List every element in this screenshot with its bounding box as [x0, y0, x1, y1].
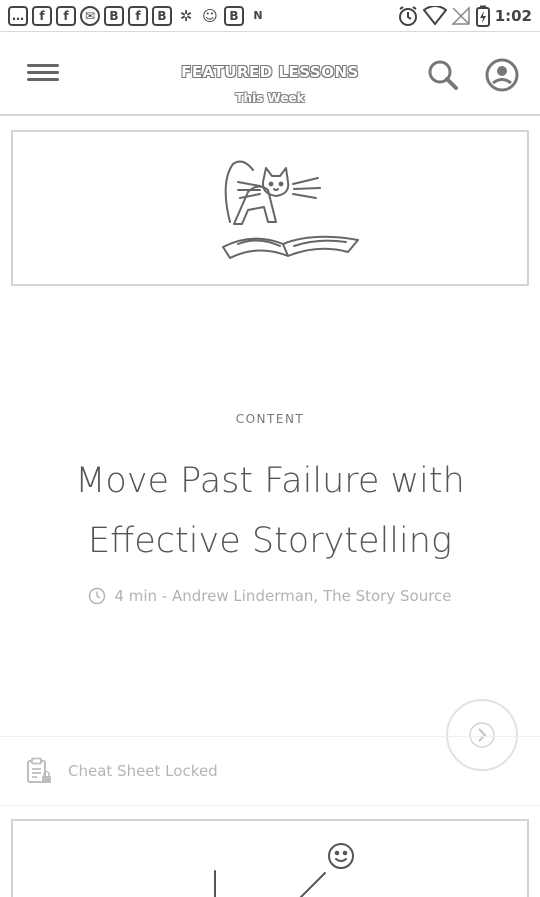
cheat-sheet-row[interactable]: Cheat Sheet Locked [0, 736, 540, 806]
alarm-icon [398, 5, 417, 26]
growth-chart-illustration [214, 843, 354, 897]
n-icon: N [253, 9, 263, 22]
cat-icon: ☺ [202, 6, 218, 25]
system-icons: 1:02 [397, 5, 532, 27]
lesson-title[interactable]: Move Past Failure with Effective Storyte… [30, 451, 510, 571]
profile-icon [485, 58, 519, 92]
lesson-meta: 4 min - Andrew Linderman, The Story Sour… [0, 587, 540, 605]
search-button[interactable] [424, 56, 462, 94]
locked-clipboard-icon [27, 757, 51, 783]
cheat-sheet-label: Cheat Sheet Locked [68, 762, 218, 780]
email-icon: ✉ [80, 5, 100, 26]
lesson-image[interactable] [11, 130, 529, 286]
bookmark-b-icon: B [224, 5, 244, 26]
message-icon: … [8, 5, 28, 26]
facebook-icon: f [56, 5, 76, 26]
settings-icon: ✲ [179, 6, 193, 25]
app-bar: FEATURED LESSONS This Week [0, 32, 540, 116]
bookmark-b-icon: B [152, 5, 172, 26]
no-signal-icon [450, 5, 470, 25]
lesson-meta-text: 4 min - Andrew Linderman, The Story Sour… [114, 587, 452, 605]
clock-icon [89, 587, 106, 605]
status-time: 1:02 [494, 6, 532, 25]
facebook-icon: f [128, 5, 148, 26]
cat-on-book-illustration [222, 160, 359, 259]
battery-icon [475, 5, 490, 27]
status-bar: … f f ✉ B f B ✲ ☺ B N 1:02 [0, 0, 540, 32]
profile-button[interactable] [483, 56, 521, 94]
search-icon [428, 60, 458, 90]
bookmark-b-icon: B [104, 5, 124, 26]
wifi-icon [422, 5, 447, 26]
next-lesson-image[interactable] [11, 819, 529, 897]
facebook-icon: f [32, 5, 52, 26]
notification-icons: … f f ✉ B f B ✲ ☺ B N [8, 5, 268, 26]
lesson-category-tag[interactable]: CONTENT [0, 412, 540, 426]
